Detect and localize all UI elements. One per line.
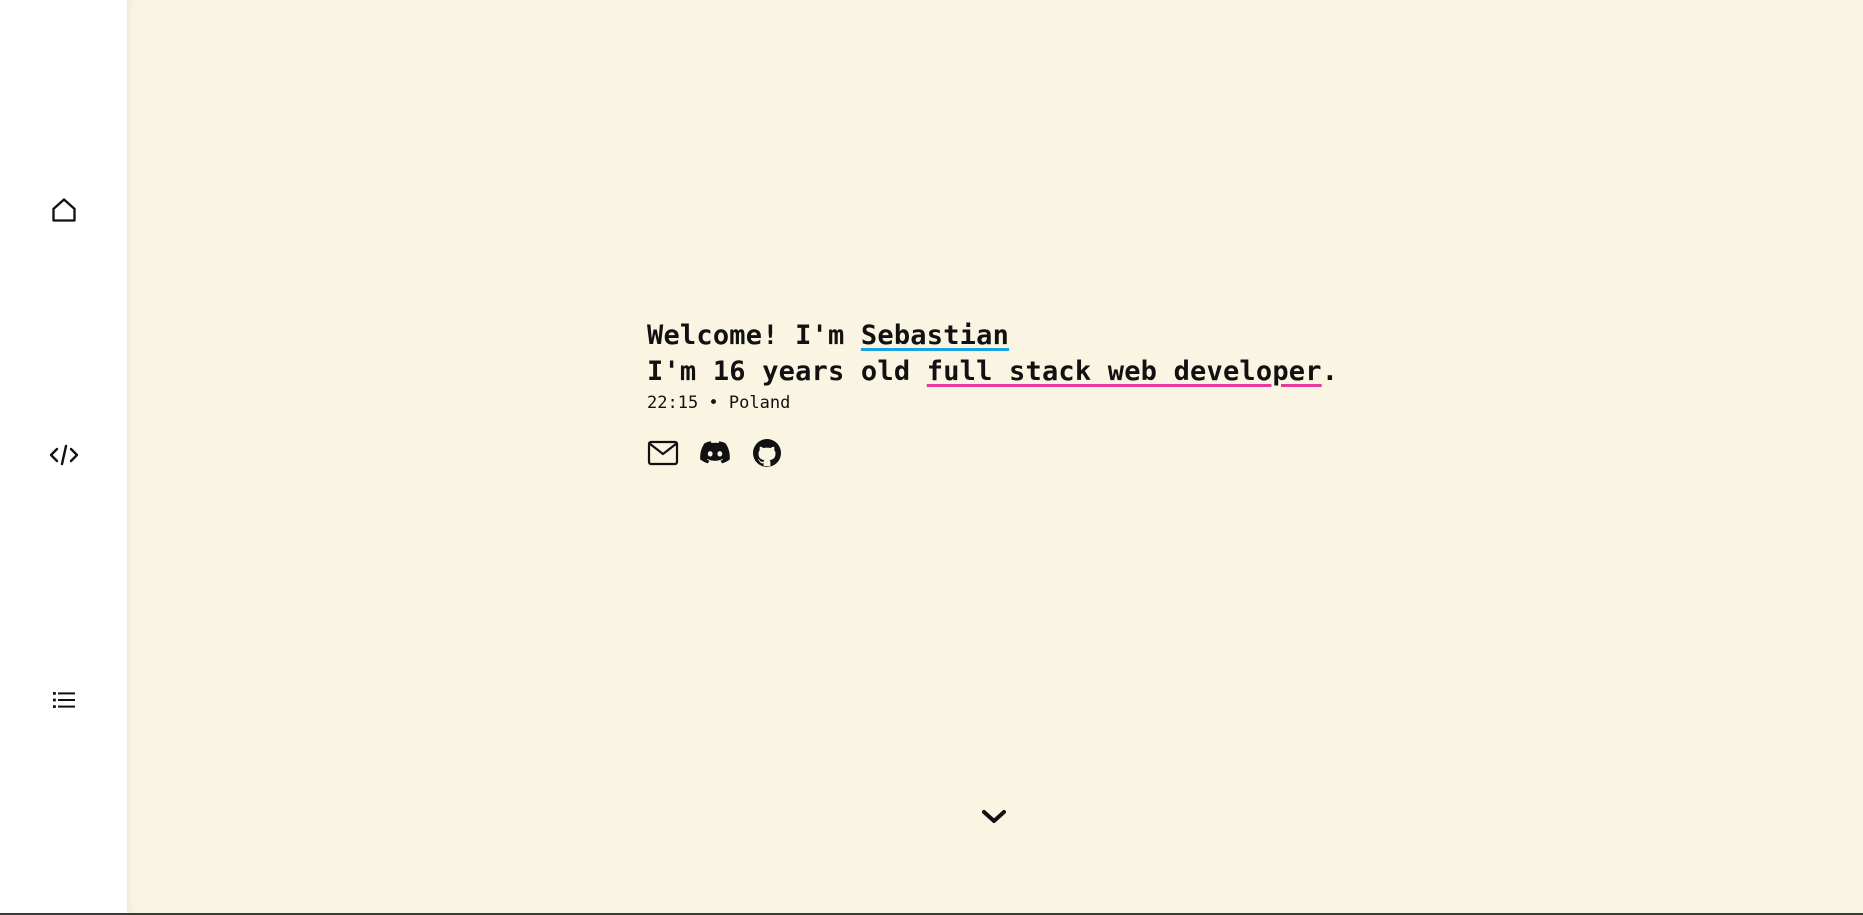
discord-icon — [700, 441, 730, 464]
list-icon — [52, 692, 75, 708]
code-icon — [49, 444, 78, 466]
nav-projects[interactable] — [0, 433, 127, 477]
time-location: 22:15 • Poland — [647, 392, 1338, 414]
location: Poland — [728, 393, 791, 413]
hero-section: Welcome! I'm Sebastian I'm 16 years old … — [647, 318, 1338, 469]
github-link[interactable] — [751, 437, 783, 469]
email-link[interactable] — [647, 437, 679, 469]
separator-dot: • — [698, 393, 729, 413]
home-icon — [51, 198, 76, 222]
chevron-down-icon — [982, 810, 1006, 823]
github-icon — [753, 439, 781, 467]
nav-home[interactable] — [0, 188, 127, 232]
scroll-down-button[interactable] — [977, 802, 1011, 832]
intro-suffix: . — [1321, 356, 1339, 387]
discord-link[interactable] — [699, 437, 731, 469]
greeting-prefix: Welcome! I'm — [647, 320, 861, 351]
intro-line: I'm 16 years old full stack web develope… — [647, 354, 1338, 390]
social-links — [647, 437, 1338, 469]
local-time: 22:15 — [647, 393, 699, 413]
intro-prefix: I'm 16 years old — [647, 356, 927, 387]
mail-icon — [647, 440, 679, 466]
sidebar — [0, 0, 127, 913]
role-highlight: full stack web developer — [926, 356, 1322, 387]
nav-list[interactable] — [0, 678, 127, 722]
greeting-line: Welcome! I'm Sebastian — [647, 318, 1338, 354]
name-highlight: Sebastian — [860, 320, 1010, 351]
